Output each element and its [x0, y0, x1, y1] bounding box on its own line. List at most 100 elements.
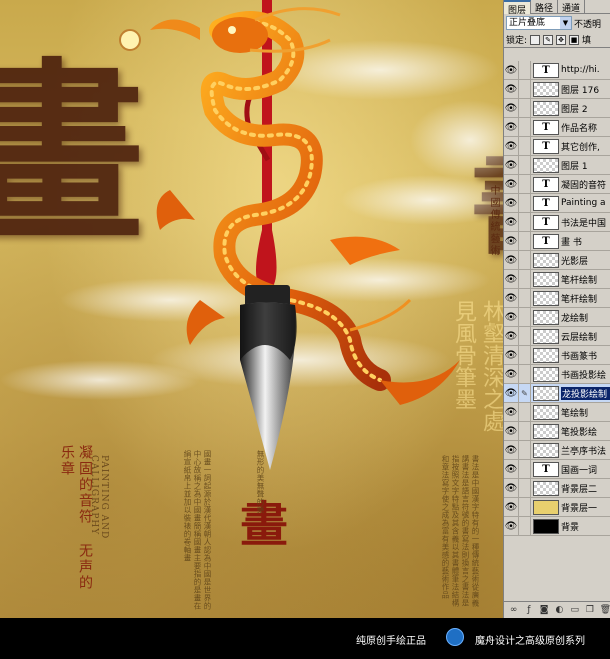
eye-icon[interactable]: 👁: [504, 212, 519, 232]
layer-row[interactable]: 👁 龙绘制: [504, 307, 610, 327]
link-icon[interactable]: [519, 402, 531, 422]
eye-icon[interactable]: 👁: [504, 345, 519, 365]
layer-thumbnail: [533, 480, 559, 496]
lock-brush-icon[interactable]: ✎: [543, 34, 554, 45]
opacity-label[interactable]: 不透明: [574, 17, 601, 30]
link-icon[interactable]: [519, 421, 531, 441]
eye-icon[interactable]: 👁: [504, 497, 519, 517]
eye-icon[interactable]: 👁: [504, 155, 519, 175]
eye-icon[interactable]: 👁: [504, 516, 519, 536]
layer-row[interactable]: 👁 T 作品名称: [504, 117, 610, 137]
adjustment-icon[interactable]: ◐: [554, 604, 565, 616]
layer-row[interactable]: 👁 图层 1: [504, 155, 610, 175]
fill-label[interactable]: 填: [582, 33, 591, 46]
tab-channels[interactable]: 通道: [558, 0, 586, 14]
layer-row[interactable]: 👁 T 国画一词: [504, 459, 610, 479]
trash-icon[interactable]: 🗑: [600, 604, 610, 616]
link-icon[interactable]: [519, 98, 531, 118]
new-layer-icon[interactable]: ❐: [584, 604, 595, 616]
link-icon[interactable]: [519, 364, 531, 384]
link-icon[interactable]: [519, 478, 531, 498]
lock-transparency-icon[interactable]: [530, 34, 541, 45]
layer-thumbnail: [533, 157, 559, 173]
mask-icon[interactable]: ◙: [539, 604, 550, 616]
layer-name: 龙投影绘制: [561, 386, 610, 400]
eye-icon[interactable]: 👁: [504, 174, 519, 194]
layer-row[interactable]: 👁 图层 2: [504, 98, 610, 118]
eye-icon[interactable]: 👁: [504, 402, 519, 422]
link-icon[interactable]: [519, 155, 531, 175]
layer-style-icon[interactable]: ƒ: [523, 604, 534, 616]
tab-paths[interactable]: 路径: [531, 0, 559, 14]
link-icon[interactable]: [519, 250, 531, 270]
layer-row[interactable]: 👁 笔杆绘制: [504, 288, 610, 308]
blend-mode-select[interactable]: 正片叠底 ▼: [506, 16, 572, 30]
layer-row[interactable]: 👁 笔杆绘制: [504, 269, 610, 289]
layer-row[interactable]: 👁 云层绘制: [504, 326, 610, 346]
eye-icon[interactable]: 👁: [504, 231, 519, 251]
eye-icon[interactable]: 👁: [504, 250, 519, 270]
layer-row[interactable]: 👁 Thttp://hi.: [504, 60, 610, 80]
link-icon[interactable]: [519, 516, 531, 536]
brush-icon[interactable]: ✎: [519, 383, 531, 403]
layer-row[interactable]: 👁 图层 176: [504, 79, 610, 99]
layer-row[interactable]: 👁 ✎ 龙投影绘制: [504, 383, 610, 403]
eye-icon[interactable]: 👁: [504, 117, 519, 137]
layer-row[interactable]: 👁 笔绘制: [504, 402, 610, 422]
link-icon[interactable]: [519, 326, 531, 346]
link-icon[interactable]: [519, 231, 531, 251]
eye-icon[interactable]: 👁: [504, 288, 519, 308]
layer-row[interactable]: 👁 笔投影绘: [504, 421, 610, 441]
layer-row[interactable]: 👁 T 书法是中国: [504, 212, 610, 232]
lock-all-icon[interactable]: ■: [569, 34, 580, 45]
eye-icon[interactable]: 👁: [504, 193, 519, 213]
layer-name: 畫 书: [561, 237, 582, 248]
link-icon[interactable]: [519, 345, 531, 365]
layer-row[interactable]: 👁 背景层一: [504, 497, 610, 517]
link-icon[interactable]: [519, 269, 531, 289]
link-icon[interactable]: [519, 212, 531, 232]
folder-icon[interactable]: ▭: [569, 604, 580, 616]
eye-icon[interactable]: 👁: [504, 478, 519, 498]
eye-icon[interactable]: 👁: [504, 383, 519, 403]
layer-row[interactable]: 👁 背景: [504, 516, 610, 536]
link-icon[interactable]: [519, 174, 531, 194]
tab-layers[interactable]: 图层: [504, 0, 532, 16]
layer-row[interactable]: 👁 T 其它创作,: [504, 136, 610, 156]
lock-row: 锁定: ✎ ✥ ■ 填: [504, 32, 610, 48]
link-icon[interactable]: [519, 193, 531, 213]
layer-row[interactable]: 👁 书画投影绘: [504, 364, 610, 384]
link-icon[interactable]: [519, 117, 531, 137]
link-icon[interactable]: [519, 497, 531, 517]
link-icon[interactable]: [519, 79, 531, 99]
layer-row[interactable]: 👁 T 畫 书: [504, 231, 610, 251]
layer-row[interactable]: 👁 兰亭序书法: [504, 440, 610, 460]
link-icon[interactable]: [519, 60, 531, 80]
eye-icon[interactable]: 👁: [504, 60, 519, 80]
text-layer-icon: T: [533, 461, 559, 477]
eye-icon[interactable]: 👁: [504, 307, 519, 327]
layer-row[interactable]: 👁 T 凝固的音符: [504, 174, 610, 194]
eye-icon[interactable]: 👁: [504, 136, 519, 156]
eye-icon[interactable]: 👁: [504, 440, 519, 460]
eye-icon[interactable]: 👁: [504, 79, 519, 99]
eye-icon[interactable]: 👁: [504, 421, 519, 441]
layer-row[interactable]: 👁 光影层: [504, 250, 610, 270]
eye-icon[interactable]: 👁: [504, 326, 519, 346]
eye-icon[interactable]: 👁: [504, 269, 519, 289]
link-icon[interactable]: [519, 459, 531, 479]
eye-icon[interactable]: 👁: [504, 364, 519, 384]
link-icon[interactable]: [519, 288, 531, 308]
banner-left-text: 纯原创手绘正品: [356, 636, 426, 647]
layer-name: 兰亭序书法: [561, 446, 607, 457]
layer-row[interactable]: 👁 书画篆书: [504, 345, 610, 365]
layer-row[interactable]: 👁 T Painting a: [504, 193, 610, 213]
link-icon[interactable]: [519, 307, 531, 327]
eye-icon[interactable]: 👁: [504, 459, 519, 479]
eye-icon[interactable]: 👁: [504, 98, 519, 118]
lock-move-icon[interactable]: ✥: [556, 34, 567, 45]
layer-row[interactable]: 👁 背景层二: [504, 478, 610, 498]
link-icon[interactable]: [519, 440, 531, 460]
link-icon[interactable]: [519, 136, 531, 156]
link-layers-icon[interactable]: ∞: [508, 604, 519, 616]
